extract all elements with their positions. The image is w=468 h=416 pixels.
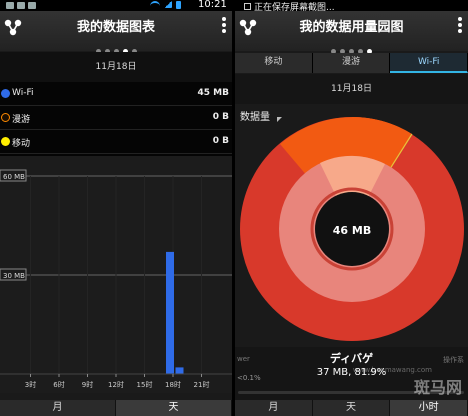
notification-icon: [28, 2, 36, 9]
unit-selector[interactable]: 数据量: [240, 108, 270, 123]
range-tabs: 月 天: [0, 400, 232, 416]
legend-label: Wi-Fi: [12, 88, 34, 98]
legend-value: 0 B: [212, 112, 229, 122]
panel-header: 我的数据图表: [0, 11, 232, 54]
overflow-menu-icon[interactable]: [458, 17, 464, 35]
hourly-usage-chart: 60 MB 30 MB 3时 6时 9时 12时 15时 18时 21时: [0, 156, 232, 393]
x-tick-label: 15时: [137, 380, 153, 389]
bar-hour-19[interactable]: [175, 367, 184, 374]
status-icons: [6, 0, 36, 11]
bar-hour-18[interactable]: [166, 251, 174, 374]
battery-icon: [176, 1, 181, 9]
tab-month[interactable]: 月: [235, 400, 313, 416]
tab-day[interactable]: 天: [116, 400, 232, 416]
watermark-url: www.banmawang.com: [352, 366, 432, 374]
date-header: 11月18日: [235, 74, 468, 104]
usage-legend: Wi-Fi 45 MB 漫游 0 B 移动 0 B: [0, 82, 232, 156]
usage-pie-chart[interactable]: 46 MB: [240, 113, 465, 345]
overflow-menu-icon[interactable]: [222, 17, 228, 35]
system-icons: [150, 1, 181, 9]
page-title: 我的数据图表: [76, 20, 155, 35]
date-header: 11月18日: [0, 52, 232, 82]
pie-center-value: 46 MB: [333, 224, 371, 237]
notification-icon: [17, 2, 25, 9]
legend-item-mobile[interactable]: 移动 0 B: [0, 130, 232, 154]
clock: 10:21: [198, 0, 227, 10]
x-tick-label: 6时: [53, 380, 64, 389]
tab-mobile[interactable]: 移动: [235, 53, 313, 73]
legend-value: 0 B: [212, 136, 229, 146]
mobile-dot-icon: [1, 137, 10, 146]
bar-chart-svg: 60 MB 30 MB 3时 6时 9时 12时 15时 18时 21时: [0, 169, 232, 389]
network-tabs: 移动 漫游 Wi-Fi: [235, 53, 468, 73]
data-chart-panel: 我的数据图表 11月18日 Wi-Fi 45 MB 漫游 0 B 移动 0 B …: [0, 11, 232, 416]
legend-item-roaming[interactable]: 漫游 0 B: [0, 106, 232, 130]
notification-icon: [6, 2, 14, 9]
watermark-logo: 斑马网: [413, 378, 462, 397]
tab-hour[interactable]: 小时: [390, 400, 468, 416]
legend-label: 移动: [12, 139, 31, 149]
legend-value: 45 MB: [197, 88, 229, 98]
y-tick-label: 30 MB: [3, 272, 25, 280]
wifi-icon: [150, 1, 160, 8]
x-tick-label: 18时: [165, 380, 181, 389]
roaming-dot-icon: [1, 113, 10, 122]
tab-wifi[interactable]: Wi-Fi: [390, 53, 468, 73]
x-tick-label: 9时: [82, 380, 93, 389]
tab-month[interactable]: 月: [0, 400, 116, 416]
legend-item-wifi[interactable]: Wi-Fi 45 MB: [0, 82, 232, 106]
legend-label: 漫游: [12, 115, 31, 125]
range-tabs: 月 天 小时: [235, 400, 468, 416]
signal-icon: [164, 1, 172, 8]
y-tick-label: 60 MB: [3, 173, 25, 181]
status-bar: 10:21 正在保存屏幕截图...: [0, 0, 468, 13]
screenshot-icon: [244, 3, 251, 10]
app-name: ディバゲ: [329, 352, 374, 365]
tab-day[interactable]: 天: [312, 400, 391, 416]
panel-header: 我的数据用量园图: [235, 11, 468, 54]
x-tick-label: 3时: [25, 380, 36, 389]
data-pie-panel: 我的数据用量园图 移动 漫游 Wi-Fi 11月18日 46 MB 数据量 we…: [235, 11, 468, 416]
wifi-dot-icon: [1, 89, 10, 98]
page-title: 我的数据用量园图: [299, 20, 404, 35]
x-tick-label: 12时: [108, 380, 124, 389]
dropdown-arrow-icon[interactable]: [277, 117, 282, 122]
tab-roaming[interactable]: 漫游: [312, 53, 391, 73]
x-tick-label: 21时: [194, 380, 210, 389]
